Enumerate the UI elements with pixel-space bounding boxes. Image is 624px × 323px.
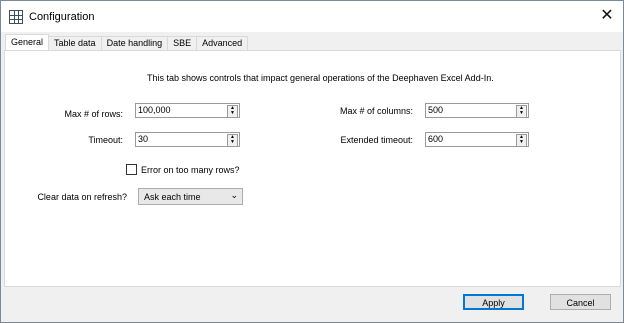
max-columns-spin-buttons[interactable]: ▲ ▼ bbox=[516, 105, 527, 118]
title-bar: Configuration ✕ bbox=[1, 1, 623, 32]
grid-icon bbox=[9, 10, 23, 24]
max-columns-stepper[interactable]: 500 ▲ ▼ bbox=[425, 103, 529, 118]
tab-general[interactable]: General bbox=[5, 34, 50, 50]
checkbox-box[interactable] bbox=[126, 164, 137, 175]
max-rows-label: Max # of rows: bbox=[64, 109, 123, 119]
tab-advanced[interactable]: Advanced bbox=[196, 36, 249, 50]
tab-table-data[interactable]: Table data bbox=[48, 36, 102, 50]
spin-down-icon[interactable]: ▼ bbox=[517, 140, 526, 145]
window-title: Configuration bbox=[29, 11, 95, 23]
timeout-label: Timeout: bbox=[88, 135, 123, 145]
error-on-too-many-rows-label: Error on too many rows? bbox=[141, 164, 240, 175]
error-on-too-many-rows-checkbox[interactable]: Error on too many rows? bbox=[126, 164, 240, 175]
tab-description: This tab shows controls that impact gene… bbox=[147, 73, 494, 83]
cancel-button[interactable]: Cancel bbox=[550, 294, 611, 310]
extended-timeout-spin-buttons[interactable]: ▲ ▼ bbox=[516, 134, 527, 147]
clear-data-value: Ask each time bbox=[144, 192, 201, 202]
clear-data-label: Clear data on refresh? bbox=[37, 192, 127, 202]
spin-down-icon[interactable]: ▼ bbox=[517, 111, 526, 116]
apply-button[interactable]: Apply bbox=[463, 294, 524, 310]
general-tab-panel: This tab shows controls that impact gene… bbox=[4, 50, 621, 287]
max-columns-value: 500 bbox=[428, 105, 444, 115]
configuration-dialog: Configuration ✕ General Table data Date … bbox=[0, 0, 624, 323]
clear-data-select[interactable]: Ask each time ⌄ bbox=[138, 188, 243, 205]
max-rows-stepper[interactable]: 100,000 ▲ ▼ bbox=[135, 103, 240, 118]
extended-timeout-label: Extended timeout: bbox=[340, 135, 413, 145]
timeout-spin-buttons[interactable]: ▲ ▼ bbox=[227, 134, 238, 147]
close-icon[interactable]: ✕ bbox=[599, 7, 615, 25]
tab-strip: General Table data Date handling SBE Adv… bbox=[5, 34, 249, 50]
max-rows-spin-buttons[interactable]: ▲ ▼ bbox=[227, 105, 238, 118]
extended-timeout-stepper[interactable]: 600 ▲ ▼ bbox=[425, 132, 529, 147]
timeout-stepper[interactable]: 30 ▲ ▼ bbox=[135, 132, 240, 147]
max-rows-value: 100,000 bbox=[138, 105, 171, 115]
extended-timeout-value: 600 bbox=[428, 134, 444, 144]
tab-date-handling[interactable]: Date handling bbox=[100, 36, 169, 50]
max-columns-label: Max # of columns: bbox=[339, 106, 413, 116]
spin-down-icon[interactable]: ▼ bbox=[228, 111, 237, 116]
chevron-down-icon: ⌄ bbox=[230, 190, 238, 200]
timeout-value: 30 bbox=[138, 134, 149, 144]
spin-down-icon[interactable]: ▼ bbox=[228, 140, 237, 145]
tab-sbe[interactable]: SBE bbox=[167, 36, 198, 50]
